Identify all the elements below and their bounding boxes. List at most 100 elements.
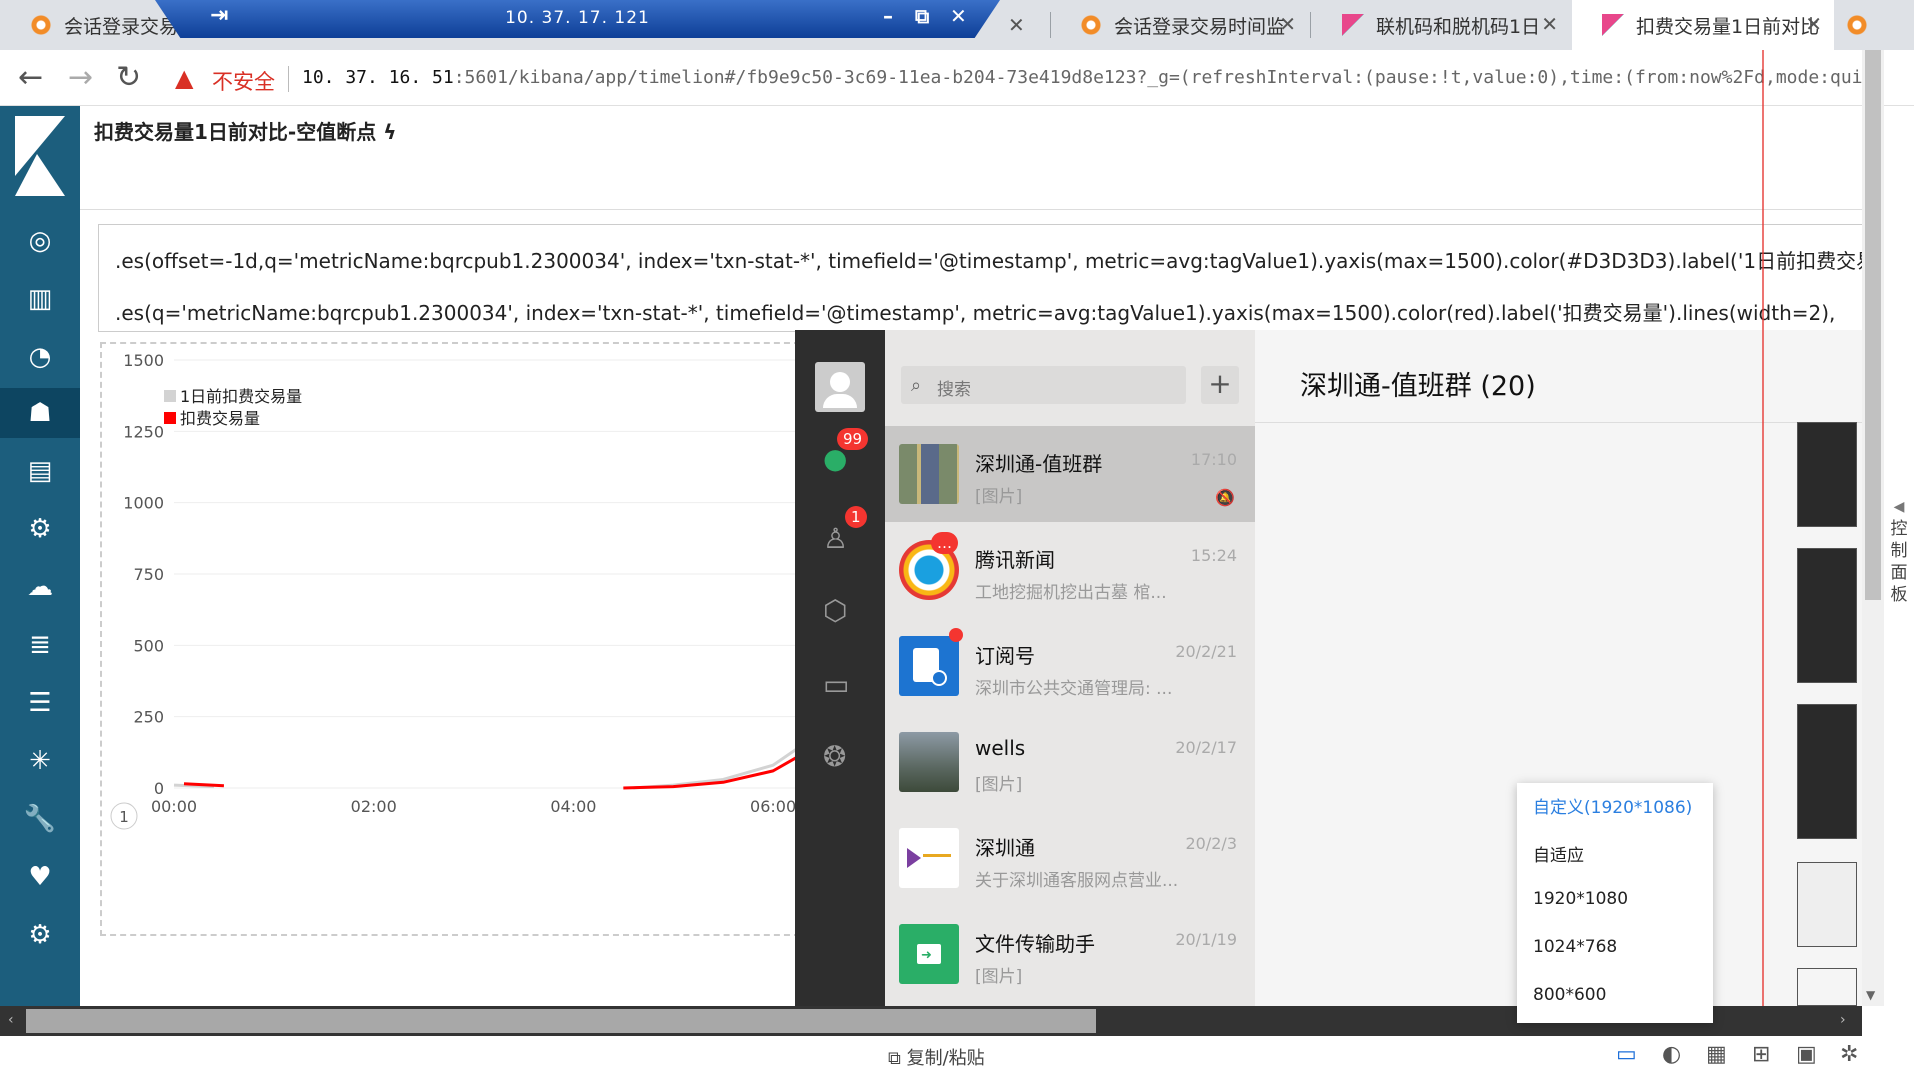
list-item[interactable]: wells [图片] 20/2/17 <box>885 714 1255 810</box>
minimize-icon[interactable]: – <box>883 4 893 28</box>
folder-icon[interactable]: ▭ <box>823 668 849 701</box>
scroll-thumb[interactable] <box>26 1009 1096 1033</box>
thumbnail-image[interactable] <box>1797 704 1857 839</box>
menu-item[interactable]: 自适应 <box>1533 841 1584 866</box>
scroll-right-icon[interactable]: › <box>1840 1012 1846 1028</box>
copy-paste-label: 复制/粘贴 <box>906 1048 985 1069</box>
remote-desktop-bar: ⇥ 10. 37. 17. 121 – ⧉ ✕ <box>155 0 1000 38</box>
url-host: 10. 37. 16. 51 <box>302 67 454 88</box>
visualize-bar-icon[interactable]: ▥ <box>0 274 80 324</box>
management-gear-icon[interactable]: ⚙ <box>0 910 80 960</box>
search-icon: ⌕ <box>911 375 922 396</box>
resolution-menu: 自定义(1920*1086) 自适应 1920*1080 1024*768 80… <box>1517 783 1713 1023</box>
restore-icon[interactable]: ⧉ <box>915 4 929 28</box>
fullscreen-icon[interactable]: ✲ <box>1840 1042 1858 1067</box>
legend-swatch <box>164 412 176 424</box>
thumbnail-image[interactable] <box>1797 548 1857 683</box>
y-tick-label: 0 <box>154 779 164 798</box>
copy-paste-button[interactable]: ⧉ 复制/粘贴 <box>888 1044 985 1070</box>
x-tick-label: 04:00 <box>550 797 596 816</box>
y-tick-label: 500 <box>133 636 164 655</box>
orange-gear-icon <box>1080 14 1102 36</box>
discover-compass-icon[interactable]: ◎ <box>0 216 80 266</box>
series-line <box>633 615 1173 790</box>
kibana-logo[interactable] <box>0 106 80 206</box>
unread-badge: 99 <box>837 428 869 450</box>
scroll-thumb[interactable] <box>1865 50 1881 600</box>
forward-arrow-icon[interactable]: → <box>68 60 93 95</box>
list-item[interactable]: 深圳通 关于深圳通客服网点营业... 20/2/3 <box>885 810 1255 906</box>
new-tab-partial[interactable] <box>1846 0 1886 50</box>
thumbnail-image[interactable] <box>1797 862 1857 947</box>
avatar <box>899 828 959 888</box>
tab-title: 联机码和脱机码1日 <box>1376 15 1541 38</box>
mute-bell-icon: 🔕 <box>1215 488 1235 507</box>
kibana-sidebar: ◎ ▥ ◔ ☗ ▤ ⚙ ☁ ≣ ☰ ✳ 🔧 ♥ ⚙ <box>0 106 80 1006</box>
url-field[interactable]: 10. 37. 16. 51:5601/kibana/app/timelion#… <box>302 67 1862 88</box>
add-button[interactable]: + <box>1201 366 1239 404</box>
contacts-icon[interactable]: ♙ <box>823 522 848 555</box>
legend-swatch <box>164 390 176 402</box>
back-arrow-icon[interactable]: ← <box>18 60 43 95</box>
menu-item[interactable]: 1024*768 <box>1533 937 1617 957</box>
warning-icon[interactable]: ▲ <box>175 64 193 92</box>
monitor-icon[interactable]: ▭ <box>1616 1042 1637 1067</box>
menu-item[interactable]: 自定义(1920*1086) <box>1533 793 1692 818</box>
browser-tab-close-partial[interactable]: ✕ <box>1000 0 1030 50</box>
close-icon[interactable]: ✕ <box>1805 12 1822 36</box>
unread-badge: 1 <box>845 506 867 528</box>
chevron-left-icon: ◀ <box>1893 499 1905 515</box>
browser-tab[interactable]: 会话登录交易时 <box>0 0 180 50</box>
y-tick-label: 1500 <box>123 351 164 370</box>
ml-icon[interactable]: ⚙ <box>0 504 80 554</box>
list-item[interactable]: … 腾讯新闻 工地挖掘机挖出古墓 棺... 15:24 <box>885 522 1255 618</box>
list-item[interactable]: 深圳通-值班群 [图片] 17:10 🔕 <box>885 426 1255 522</box>
url-path: :5601/kibana/app/timelion#/fb9e9c50-3c69… <box>453 67 1862 88</box>
red-guide-line <box>1762 50 1764 1006</box>
scroll-down-icon[interactable]: ▼ <box>1866 988 1875 1002</box>
monitoring-heart-icon[interactable]: ♥ <box>0 852 80 902</box>
y-tick-label: 1250 <box>123 422 164 441</box>
close-icon[interactable]: ✕ <box>1541 12 1558 36</box>
dashboard-gauge-icon[interactable]: ◔ <box>0 332 80 382</box>
unread-dot <box>949 628 963 642</box>
refresh-settings-icon[interactable]: ◐ <box>1662 1042 1681 1067</box>
close-icon[interactable]: ✕ <box>950 4 967 28</box>
tab-title: 会话登录交易时间监 <box>1114 15 1286 38</box>
address-bar: ← → ↻ ▲ 不安全 10. 37. 16. 51:5601/kibana/a… <box>0 50 1914 106</box>
reload-icon[interactable]: ↻ <box>116 60 141 95</box>
logs-icon[interactable]: ≣ <box>0 620 80 670</box>
graph-icon[interactable]: ✳ <box>0 736 80 786</box>
control-panel-tab[interactable]: ◀ 控制面板 <box>1884 496 1914 606</box>
clipboard-icon: ⧉ <box>888 1048 901 1069</box>
search-input[interactable]: ⌕ 搜索 <box>901 366 1186 404</box>
x-tick-label: 06:00 <box>750 797 796 816</box>
close-icon[interactable]: ✕ <box>1279 12 1296 36</box>
thumbnail-image[interactable] <box>1797 968 1857 1006</box>
list-item[interactable]: 订阅号 深圳市公共交通管理局: ... 20/2/21 <box>885 618 1255 714</box>
list-item[interactable]: ➜ 文件传输助手 [图片] 20/1/19 <box>885 906 1255 1002</box>
insecure-label[interactable]: 不安全 <box>212 66 275 96</box>
avatar <box>899 636 959 696</box>
menu-item[interactable]: 1920*1080 <box>1533 889 1628 909</box>
window-icon[interactable]: ▣ <box>1796 1042 1817 1067</box>
browser-tab[interactable]: 联机码和脱机码1日 ✕ <box>1312 0 1570 50</box>
browser-tab[interactable]: 会话登录交易时间监 ✕ <box>1050 0 1308 50</box>
layout-icon[interactable]: ▦ <box>1706 1042 1727 1067</box>
scroll-left-icon[interactable]: ‹ <box>8 1012 14 1028</box>
apm-icon[interactable]: ☰ <box>0 678 80 728</box>
dev-tools-wrench-icon[interactable]: 🔧 <box>0 794 80 844</box>
timelion-mask-icon[interactable]: ☗ <box>0 388 80 438</box>
browser-tab-active[interactable]: 扣费交易量1日前对比 ✕ <box>1572 0 1834 50</box>
canvas-easel-icon[interactable]: ▤ <box>0 446 80 496</box>
avatar[interactable] <box>815 362 865 412</box>
vertical-scrollbar[interactable]: ▼ <box>1862 50 1884 1006</box>
network-icon[interactable]: ⊞ <box>1752 1042 1770 1067</box>
thumbnail-image[interactable] <box>1797 422 1857 527</box>
moments-icon[interactable]: ❂ <box>823 740 846 773</box>
menu-item[interactable]: 800*600 <box>1533 985 1606 1005</box>
cube-icon[interactable]: ⬡ <box>823 594 847 627</box>
infrastructure-icon[interactable]: ☁ <box>0 562 80 612</box>
expression-editor[interactable]: .es(offset=-1d,q='metricName:bqrcpub1.23… <box>98 224 1862 332</box>
divider <box>288 66 289 92</box>
